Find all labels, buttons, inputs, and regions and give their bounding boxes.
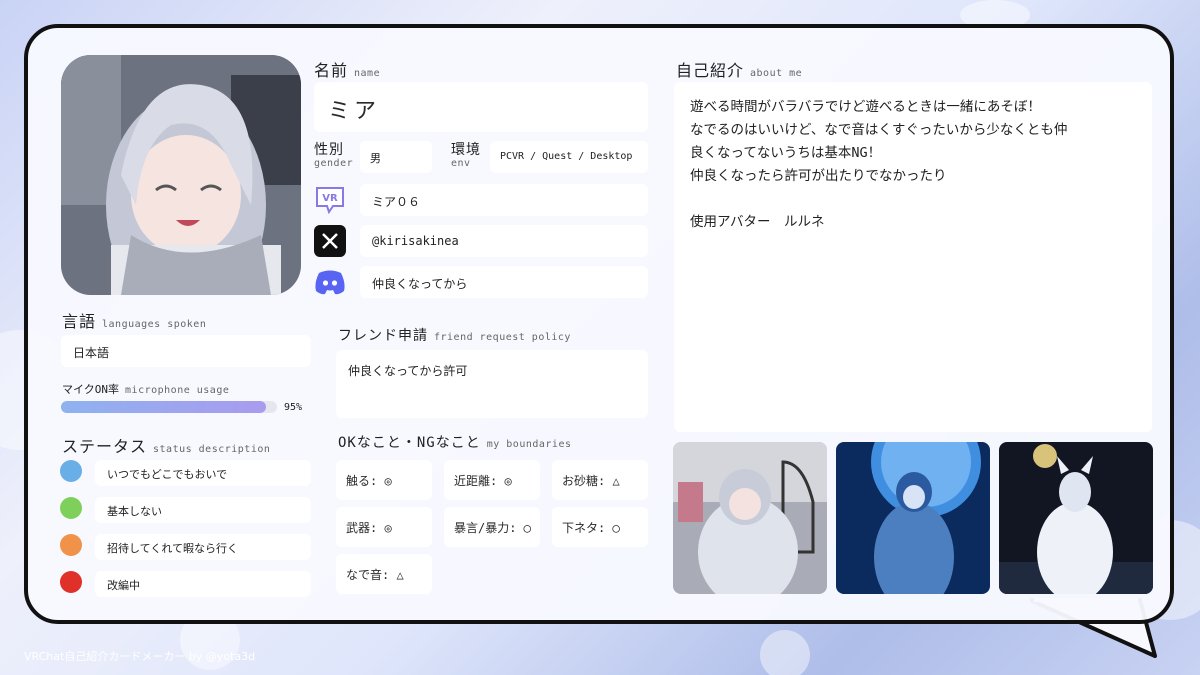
about-line: 使用アバター ルルネ [690,214,825,230]
boundary-item: 下ネタ: ◯ [552,507,648,547]
x-field: @kirisakinea [360,225,648,257]
status-label: 招待してくれて暇なら行く [107,542,239,555]
boundary-item: 近距離: ◎ [444,460,540,500]
discord-value: 仲良くなってから [372,277,468,291]
gender-title: 性別 [314,142,344,158]
vrchat-field: ミア０６ [360,184,648,216]
languages-heading: 言語 languages spoken [62,308,206,332]
status-dot-green [60,497,82,519]
env-field: PCVR / Quest / Desktop [490,141,648,173]
gender-value: 男 [370,152,381,165]
boundary-item: 触る: ◎ [336,460,432,500]
vrchat-value: ミア０６ [372,195,421,209]
about-line: 良くなってないうちは基本NG！ [690,145,882,161]
name-value: ミア [328,99,381,124]
status-dot-blue [60,460,82,482]
gallery-photo-3 [999,442,1153,594]
env-value: PCVR / Quest / Desktop [500,151,633,162]
status-label: 改編中 [107,579,140,592]
friend-heading: フレンド申請 friend request policy [338,325,571,345]
boundary-label: 武器: ◎ [346,520,392,535]
boundary-label: 下ネタ: ◯ [562,520,620,535]
env-subtitle: env [451,158,471,169]
status-label: いつでもどこでもおいで [107,468,228,481]
discord-icon [314,266,346,298]
status-subtitle: status description [153,444,271,455]
boundary-label: 暴言/暴力: ◯ [454,520,531,535]
x-value: @kirisakinea [372,234,459,248]
boundaries-title: OKなこと・NGなこと [338,435,481,451]
mic-heading: マイクON率 microphone usage [62,378,229,397]
languages-subtitle: languages spoken [102,319,207,330]
mic-title: マイクON率 [62,383,120,396]
env-title: 環境 [451,142,481,158]
status-item: 基本しない [95,497,311,523]
status-dot-red [60,571,82,593]
about-line: 遊べる時間がバラバラでけど遊べるときは一緒にあそぼ！ [690,99,1041,115]
about-line: なでるのはいいけど、なで音はくすぐったいから少なくとも仲 [690,122,1068,138]
status-item: 招待してくれて暇なら行く [95,534,311,560]
boundaries-heading: OKなこと・NGなこと my boundaries [338,432,572,452]
gender-heading: 性別 gender [314,143,353,169]
mic-subtitle: microphone usage [125,385,230,396]
discord-field: 仲良くなってから [360,266,648,298]
boundary-label: 触る: ◎ [346,473,392,488]
friend-subtitle: friend request policy [434,332,571,343]
about-line [690,188,1067,211]
boundary-label: 近距離: ◎ [454,473,512,488]
name-field: ミア [314,82,648,132]
boundaries-subtitle: my boundaries [486,439,572,450]
status-label: 基本しない [107,505,162,518]
about-field: 遊べる時間がバラバラでけど遊べるときは一緒にあそぼ！ なでるのはいいけど、なで音… [674,82,1152,432]
name-title: 名前 [314,61,349,80]
x-icon [314,225,346,257]
background-bokeh [760,630,810,675]
mic-progress-fill [61,401,267,413]
avatar-photo [61,55,301,295]
vrchat-icon: VR [314,184,346,216]
languages-value: 日本語 [73,346,110,360]
boundary-label: なで音: △ [346,567,404,582]
boundary-item: 武器: ◎ [336,507,432,547]
languages-title: 言語 [62,312,97,331]
friend-value: 仲良くなってから許可 [348,364,468,378]
status-title: ステータス [62,437,148,456]
status-dot-orange [60,534,82,556]
gender-subtitle: gender [314,158,354,169]
boundary-item: なで音: △ [336,554,432,594]
name-subtitle: name [354,68,381,79]
about-line: 仲良くなったら許可が出たりでなかったり [690,168,947,184]
boundary-item: お砂糖: △ [552,460,648,500]
mic-percent: 95% [284,402,303,413]
name-heading: 名前 name [314,57,380,81]
friend-field: 仲良くなってから許可 [336,350,648,418]
env-heading: 環境 env [451,143,481,169]
mic-progress-track [61,401,277,413]
svg-text:VR: VR [322,193,338,204]
gallery-photo-2 [836,442,990,594]
languages-field: 日本語 [61,335,311,367]
about-heading: 自己紹介 about me [676,57,802,81]
gallery-photo-1 [673,442,827,594]
status-item: 改編中 [95,571,311,597]
status-heading: ステータス status description [62,433,270,457]
boundary-item: 暴言/暴力: ◯ [444,507,540,547]
about-subtitle: about me [750,68,803,79]
boundary-label: お砂糖: △ [562,473,620,488]
friend-title: フレンド申請 [338,328,428,344]
about-title: 自己紹介 [676,61,745,80]
status-item: いつでもどこでもおいで [95,460,311,486]
gender-field: 男 [360,141,432,173]
credit-footer: VRChat自己紹介カードメーカー by @yota3d [24,650,256,663]
